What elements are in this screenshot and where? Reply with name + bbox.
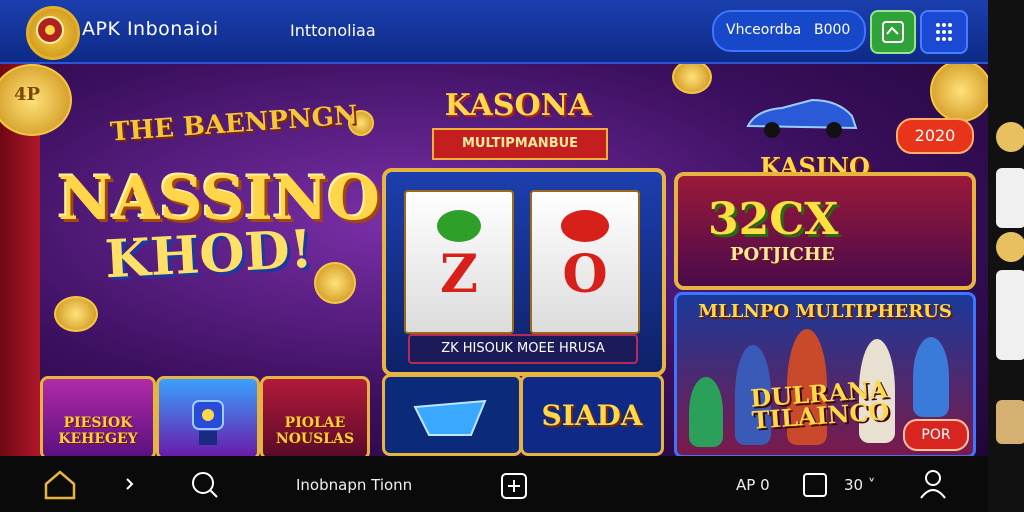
square-icon[interactable]	[802, 472, 828, 498]
language-label: Vhceordba	[726, 22, 802, 38]
por-button[interactable]: POR	[903, 419, 969, 451]
game-thumb-label: PIESIOK KEHEGEY	[58, 415, 138, 447]
seven-icon: O	[561, 210, 609, 305]
kasona-title: KASONA	[444, 88, 592, 123]
promo-subtitle: POTJICHE	[730, 244, 835, 265]
siada-tile[interactable]: SIADA	[520, 374, 664, 456]
slot-reel-1: Z	[404, 190, 514, 334]
game-thumb-1[interactable]: PIESIOK KEHEGEY	[40, 376, 156, 456]
game-thumb-label: PIOLAE NOUSLAS	[275, 415, 355, 447]
gift-icon	[882, 21, 904, 43]
character-figure	[689, 377, 723, 447]
hero-banner: 4P THE BAENPNGN NASSINO KHOD! PIESIOK KE…	[0, 64, 988, 456]
rail-card-icon[interactable]	[996, 270, 1024, 360]
diamond-tile[interactable]	[382, 374, 522, 456]
slot-machine[interactable]: Z O ZK HISOUK MOEE HRUSA	[382, 168, 666, 376]
language-value: B000	[814, 22, 851, 38]
promo-value: 32CX	[708, 194, 839, 245]
multipliers-panel[interactable]: MLLNPO MULTIPHERUS DULRANA TILAINCO POR	[674, 292, 976, 456]
robot-icon	[192, 400, 224, 445]
slot-symbol-2: O	[562, 244, 607, 305]
hero-title-top: THE BAENPNGN	[109, 100, 359, 148]
home-icon[interactable]	[42, 468, 78, 500]
game-thumb-2[interactable]	[156, 376, 260, 456]
profile-icon[interactable]	[918, 468, 948, 500]
chevron-right-icon[interactable]	[124, 476, 136, 492]
grid-icon	[936, 23, 952, 41]
language-selector[interactable]: Vhceordba B000	[712, 10, 866, 52]
roulette-icon	[36, 16, 64, 44]
coin-decoration	[54, 296, 98, 332]
app-logo-icon[interactable]	[26, 6, 80, 60]
rail-roulette-icon[interactable]	[996, 168, 1024, 228]
ap-label[interactable]: AP 0	[736, 476, 770, 494]
coin-decoration	[672, 64, 712, 94]
slot-symbol-1: Z	[440, 244, 478, 305]
rail-chest-icon[interactable]	[996, 400, 1024, 444]
hero-title-sub: KHOD!	[103, 218, 315, 291]
menu-grid-button[interactable]	[920, 10, 968, 54]
rail-chip-icon[interactable]	[996, 232, 1024, 262]
region-label[interactable]: Inttonoliaa	[290, 21, 376, 40]
search-icon[interactable]	[190, 470, 220, 500]
diamond-icon	[413, 399, 487, 436]
coin-label: 4P	[14, 84, 41, 105]
cherry-icon: Z	[437, 210, 481, 305]
character-figure	[913, 337, 949, 417]
slot-reel-2: O	[530, 190, 640, 334]
slot-info-bar: ZK HISOUK MOEE HRUSA	[408, 334, 638, 364]
siada-label: SIADA	[541, 399, 643, 432]
search-label[interactable]: Inobnapn Tionn	[296, 476, 412, 494]
rail-coin-icon[interactable]	[996, 122, 1024, 152]
game-thumb-3[interactable]: PIOLAE NOUSLAS	[260, 376, 370, 456]
coin-decoration	[314, 262, 356, 304]
add-icon[interactable]	[500, 472, 528, 500]
year-badge: 2020	[896, 118, 974, 154]
count-selector[interactable]: 30 ˅	[844, 476, 875, 494]
car-icon	[746, 98, 858, 138]
promo-panel[interactable]: 32CX POTJICHE	[674, 172, 976, 290]
gift-button[interactable]	[870, 10, 916, 54]
brand-name: APK Inbonaioi	[82, 18, 219, 40]
kasona-banner: KASONA MULTIPMANBUE	[432, 88, 608, 168]
multipliers-title: MLLNPO MULTIPHERUS	[698, 301, 952, 322]
top-bar: APK Inbonaioi Inttonoliaa Vhceordba B000	[0, 0, 988, 64]
multipliers-logo: DULRANA TILAINCO	[749, 374, 890, 434]
coin-decoration	[930, 64, 988, 122]
bottom-nav: Inobnapn Tionn AP 0 30 ˅	[0, 456, 988, 512]
kasona-ribbon: MULTIPMANBUE	[432, 128, 608, 160]
